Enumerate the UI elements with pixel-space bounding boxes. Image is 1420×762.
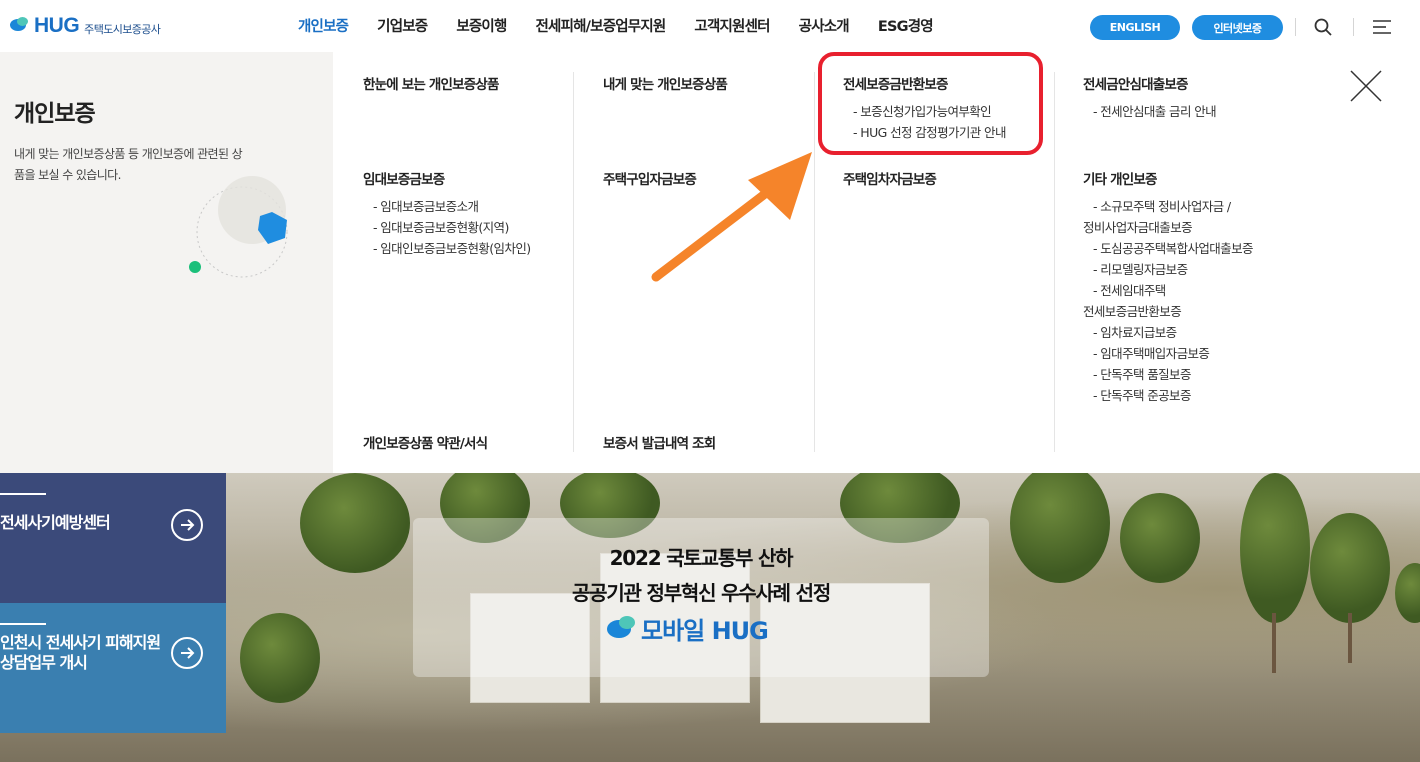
highlight-annotation (818, 52, 1043, 155)
banner-headline-2: 공공기관 정부혁신 우수사례 선정 (571, 581, 831, 605)
hero-tree-trunk (1272, 613, 1276, 673)
menu-item-urban-complex[interactable]: - 도심공공주택복합사업대출보증 (1083, 238, 1253, 259)
mega-menu: 개인보증 내게 맞는 개인보증상품 등 개인보증에 관련된 상품을 보실 수 있… (0, 52, 1420, 473)
nav-corporate-guarantee[interactable]: 기업보증 (377, 15, 428, 36)
hero-section: 전세사기예방센터 인천시 전세사기 피해지원 상담업무 개시 2022 국토교통… (0, 473, 1420, 762)
menu-item-rental-intro[interactable]: - 임대보증금보증소개 (363, 196, 531, 217)
main-nav: 개인보증 기업보증 보증이행 전세피해/보증업무지원 고객지원센터 공사소개 E… (298, 15, 962, 36)
arrow-right-circle-icon[interactable] (171, 509, 203, 541)
menu-link-recommend[interactable]: 내게 맞는 개인보증상품 (603, 73, 728, 93)
logo-subtitle: 주택도시보증공사 (84, 22, 161, 36)
mobile-hug-logo: 모바일 HUG (607, 611, 769, 646)
nav-customer-center[interactable]: 고객지원센터 (694, 15, 770, 36)
menu-item-jeonse-rental-house-cont[interactable]: 전세보증금반환보증 (1083, 301, 1253, 322)
menu-item-small-housing[interactable]: - 소규모주택 정비사업자금 / (1083, 196, 1253, 217)
menu-item-remodeling[interactable]: - 리모델링자금보증 (1083, 259, 1253, 280)
notice-title-line1: 인천시 전세사기 피해지원 (0, 633, 161, 652)
menu-link-overview[interactable]: 한눈에 보는 개인보증상품 (363, 73, 499, 93)
arrow-annotation (651, 152, 812, 282)
notice-card-fraud-center[interactable]: 전세사기예방센터 (0, 473, 226, 603)
menu-group-terms: 개인보증상품 약관/서식 (363, 432, 488, 452)
menu-group-other: 기타 개인보증 - 소규모주택 정비사업자금 / 정비사업자금대출보증 - 도심… (1083, 168, 1253, 406)
menu-link-safe-loan[interactable]: 전세금안심대출보증 (1083, 73, 1216, 93)
nav-guarantee-performance[interactable]: 보증이행 (456, 15, 507, 36)
menu-group-safe-loan: 전세금안심대출보증 - 전세안심대출 금리 안내 (1083, 73, 1217, 122)
menu-link-rental-deposit[interactable]: 임대보증금보증 (363, 168, 531, 188)
hero-tree-image (1240, 473, 1310, 623)
hero-tree-image (1010, 473, 1110, 583)
menu-link-home-lease[interactable]: 주택임차자금보증 (843, 168, 937, 188)
menu-item-detached-quality[interactable]: - 단독주택 품질보증 (1083, 364, 1253, 385)
hero-tree-image (300, 473, 410, 573)
nav-personal-guarantee[interactable]: 개인보증 (298, 15, 349, 36)
menu-item-small-housing-cont[interactable]: 정비사업자금대출보증 (1083, 217, 1253, 238)
english-button[interactable]: ENGLISH (1090, 15, 1180, 40)
nav-esg[interactable]: ESG경영 (878, 15, 934, 36)
header-divider (1353, 18, 1354, 36)
menu-link-other[interactable]: 기타 개인보증 (1083, 168, 1253, 188)
menu-item-rental-purchase[interactable]: - 임대주택매입자금보증 (1083, 343, 1253, 364)
notice-accent-line (0, 623, 46, 625)
mobile-hug-text: 모바일 HUG (641, 617, 769, 645)
menu-link-issuance[interactable]: 보증서 발급내역 조회 (603, 432, 716, 452)
arrow-right-circle-icon[interactable] (171, 637, 203, 669)
menu-group-recommend: 내게 맞는 개인보증상품 (603, 73, 728, 93)
award-banner[interactable]: 2022 국토교통부 산하 공공기관 정부혁신 우수사례 선정 모바일 HUG (413, 518, 989, 677)
banner-headline-1: 2022 국토교통부 산하 (609, 546, 794, 570)
hero-tree-image (240, 613, 320, 703)
notice-title-line2: 상담업무 개시 (0, 653, 88, 672)
menu-item-rental-status-region[interactable]: - 임대보증금보증현황(지역) (363, 217, 531, 238)
search-icon[interactable] (1314, 18, 1332, 36)
notice-accent-line (0, 493, 46, 495)
hug-logo[interactable]: HUG 주택도시보증공사 (10, 14, 161, 38)
hero-tree-image (1310, 513, 1390, 623)
header-divider (1295, 18, 1296, 36)
hug-logo-mark (10, 17, 32, 35)
close-icon[interactable] (1348, 68, 1384, 104)
menu-group-home-lease: 주택임차자금보증 (843, 168, 937, 188)
logo-text: HUG (34, 14, 80, 37)
mega-menu-title: 개인보증 (14, 101, 96, 127)
hero-tree-trunk (1348, 613, 1352, 663)
menu-group-overview: 한눈에 보는 개인보증상품 (363, 73, 499, 93)
menu-group-rental-deposit: 임대보증금보증 - 임대보증금보증소개 - 임대보증금보증현황(지역) - 임대… (363, 168, 531, 259)
site-header: HUG 주택도시보증공사 개인보증 기업보증 보증이행 전세피해/보증업무지원 … (0, 0, 1420, 52)
menu-group-issuance: 보증서 발급내역 조회 (603, 432, 716, 452)
menu-item-rental-status-tenant[interactable]: - 임대인보증금보증현황(임차인) (363, 238, 531, 259)
hug-logo-mark (607, 615, 641, 642)
internet-guarantee-button[interactable]: 인터넷보증 (1192, 15, 1283, 40)
menu-item-loan-rate[interactable]: - 전세안심대출 금리 안내 (1083, 101, 1217, 122)
hero-tree-image (1120, 493, 1200, 583)
hamburger-menu-icon[interactable] (1373, 19, 1391, 35)
menu-item-jeonse-rental-house[interactable]: - 전세임대주택 (1083, 280, 1253, 301)
decorative-shapes-icon (189, 176, 288, 278)
column-divider (573, 72, 574, 452)
hero-tree-image (1395, 563, 1420, 623)
menu-item-rent-payment[interactable]: - 임차료지급보증 (1083, 322, 1253, 343)
menu-item-detached-completion[interactable]: - 단독주택 준공보증 (1083, 385, 1253, 406)
nav-jeonse-damage-support[interactable]: 전세피해/보증업무지원 (536, 15, 667, 36)
column-divider (1054, 72, 1055, 452)
menu-link-terms[interactable]: 개인보증상품 약관/서식 (363, 432, 488, 452)
mega-menu-sidebar: 개인보증 내게 맞는 개인보증상품 등 개인보증에 관련된 상품을 보실 수 있… (0, 52, 333, 473)
notice-title: 전세사기예방센터 (0, 513, 111, 532)
nav-company-intro[interactable]: 공사소개 (799, 15, 850, 36)
notice-card-incheon-support[interactable]: 인천시 전세사기 피해지원 상담업무 개시 (0, 603, 226, 733)
